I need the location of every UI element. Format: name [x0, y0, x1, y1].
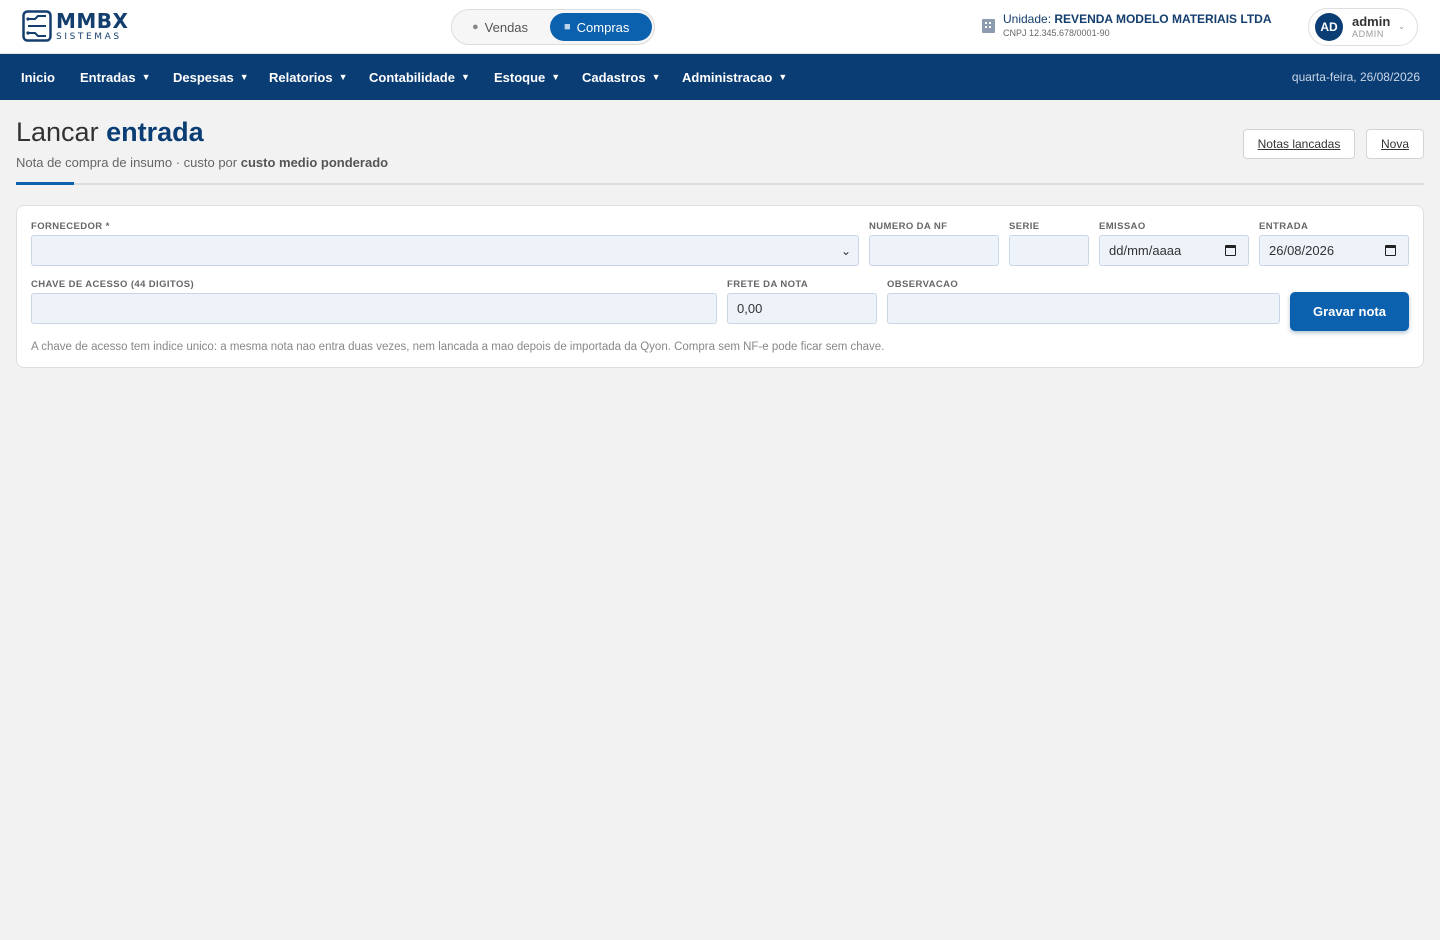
mode-toggle: ● Vendas ■ Compras: [451, 9, 655, 45]
nav-item-cadastros[interactable]: Cadastros ▼: [582, 54, 661, 100]
emissao-date-input[interactable]: dd/mm/aaaa: [1099, 235, 1249, 266]
serie-input[interactable]: [1009, 235, 1089, 266]
numero-nf-input[interactable]: [869, 235, 999, 266]
form-hint: A chave de acesso tem indice unico: a me…: [31, 341, 885, 353]
chave-label: CHAVE DE ACESSO (44 DIGITOS): [31, 279, 195, 290]
mode-vendas-button[interactable]: ● Vendas: [458, 13, 550, 41]
calendar-icon[interactable]: [1385, 245, 1396, 256]
caret-down-icon: ▼: [778, 72, 788, 82]
mode-compras-label: Compras: [576, 19, 630, 35]
page-subtitle: Nota de compra de insumo · custo por cus…: [16, 155, 388, 170]
entrada-value: 26/08/2026: [1269, 243, 1335, 258]
nav-item-relatorios[interactable]: Relatorios ▼: [269, 54, 348, 100]
observacao-label: OBSERVACAO: [887, 279, 959, 290]
unit-cnpj: CNPJ 12.345.678/0001-90: [1003, 27, 1110, 38]
top-header: MMBX SISTEMAS ● Vendas ■ Compras Unidade…: [0, 0, 1440, 54]
box-icon: ■: [564, 21, 571, 33]
page-subtitle-bold: custo medio ponderado: [240, 155, 389, 170]
header-divider: [16, 183, 1424, 185]
nav-item-label: Estoque: [494, 69, 546, 85]
chevron-down-icon: ⌄: [840, 244, 851, 258]
unit-prefix: Unidade:: [1003, 12, 1052, 26]
nav-item-label: Relatorios: [269, 69, 333, 85]
nova-button[interactable]: Nova: [1366, 129, 1424, 159]
calendar-icon[interactable]: [1225, 245, 1236, 256]
brand-logo[interactable]: MMBX SISTEMAS: [22, 10, 128, 42]
money-bag-icon: ●: [472, 21, 479, 33]
building-icon: [982, 19, 995, 33]
nav-item-label: Despesas: [173, 69, 234, 85]
emissao-label: EMISSAO: [1099, 221, 1146, 232]
fornecedor-label: FORNECEDOR *: [31, 221, 110, 232]
chave-input[interactable]: [31, 293, 717, 324]
caret-down-icon: ▼: [460, 72, 470, 82]
page-title-plain: Lancar: [16, 117, 99, 147]
nav-item-label: Inicio: [21, 69, 55, 85]
mode-vendas-label: Vendas: [484, 19, 529, 35]
caret-down-icon: ▼: [551, 72, 561, 82]
caret-down-icon: ▼: [651, 72, 661, 82]
user-role: ADMIN: [1352, 29, 1384, 39]
gravar-nota-button[interactable]: Gravar nota: [1290, 292, 1409, 331]
page-title-accent: entrada: [106, 117, 204, 147]
unit-name: REVENDA MODELO MATERIAIS LTDA: [1054, 12, 1272, 26]
caret-down-icon: ▼: [141, 72, 151, 82]
brand-name: MMBX: [56, 8, 129, 33]
nav-item-label: Administracao: [682, 69, 773, 85]
notas-lancadas-button[interactable]: Notas lancadas: [1243, 129, 1355, 159]
avatar: AD: [1315, 13, 1343, 41]
mode-compras-button[interactable]: ■ Compras: [550, 13, 652, 41]
nav-item-administracao[interactable]: Administracao ▼: [682, 54, 787, 100]
nav-item-label: Entradas: [80, 69, 136, 85]
nav-date: quarta-feira, 26/08/2026: [1291, 70, 1420, 84]
chevron-down-icon: ⌄: [1398, 22, 1405, 31]
caret-down-icon: ▼: [239, 72, 249, 82]
main-nav: Inicio Entradas ▼ Despesas ▼ Relatorios ▼ C…: [0, 54, 1440, 100]
nav-item-inicio[interactable]: Inicio: [21, 54, 55, 100]
unit-info: Unidade: REVENDA MODELO MATERIAIS LTDA C…: [982, 12, 1272, 38]
page-subtitle-prefix: Nota de compra de insumo · custo por: [16, 155, 238, 170]
user-name: admin: [1352, 14, 1391, 29]
frete-label: FRETE DA NOTA: [727, 279, 809, 290]
nav-item-estoque[interactable]: Estoque ▼: [494, 54, 560, 100]
emissao-value: dd/mm/aaaa: [1109, 243, 1182, 258]
nav-item-entradas[interactable]: Entradas ▼: [80, 54, 151, 100]
user-menu[interactable]: AD admin ADMIN ⌄: [1308, 8, 1418, 46]
entrada-form-card: FORNECEDOR * ⌄ NUMERO DA NF SERIE EMISSA…: [16, 205, 1424, 368]
numero-nf-label: NUMERO DA NF: [869, 221, 948, 232]
header-divider-accent: [16, 182, 74, 185]
brand-tagline: SISTEMAS: [56, 31, 122, 42]
fornecedor-select[interactable]: ⌄: [31, 235, 859, 266]
serie-label: SERIE: [1009, 221, 1040, 232]
page-title: Lancar entrada: [16, 117, 204, 148]
frete-input[interactable]: 0,00: [727, 293, 877, 324]
caret-down-icon: ▼: [338, 72, 348, 82]
nav-item-despesas[interactable]: Despesas ▼: [173, 54, 249, 100]
observacao-input[interactable]: [887, 293, 1280, 324]
nav-item-contabilidade[interactable]: Contabilidade ▼: [369, 54, 470, 100]
logo-icon: [22, 10, 52, 42]
entrada-date-input[interactable]: 26/08/2026: [1259, 235, 1409, 266]
entrada-label: ENTRADA: [1259, 221, 1309, 232]
nav-item-label: Cadastros: [582, 69, 646, 85]
nav-item-label: Contabilidade: [369, 69, 455, 85]
